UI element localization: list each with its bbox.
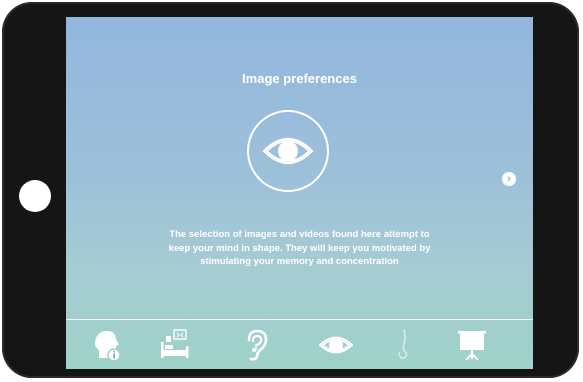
ear-icon (247, 329, 268, 361)
nose-icon (398, 329, 408, 360)
tab-nose[interactable] (384, 328, 424, 364)
next-page-button[interactable]: › (502, 172, 516, 186)
presentation-icon (458, 331, 486, 361)
description-text: The selection of images and videos found… (168, 229, 431, 267)
tab-info[interactable] (87, 328, 127, 364)
app-screen: Image preferences › The selection of ima… (66, 17, 533, 369)
tab-room[interactable] (154, 328, 194, 364)
tab-eye[interactable] (316, 328, 356, 364)
tablet-device: Image preferences › The selection of ima… (2, 2, 579, 378)
eye-icon (319, 336, 353, 354)
eye-icon (247, 110, 329, 192)
bed-monitor-icon (161, 329, 189, 358)
head-info-icon (95, 331, 121, 362)
bottom-tab-bar (66, 320, 533, 369)
chevron-right-icon: › (507, 173, 511, 185)
tab-presentation[interactable] (452, 328, 492, 364)
home-button[interactable] (19, 180, 51, 212)
page-title: Image preferences (242, 71, 357, 86)
tab-ear[interactable] (236, 328, 276, 364)
